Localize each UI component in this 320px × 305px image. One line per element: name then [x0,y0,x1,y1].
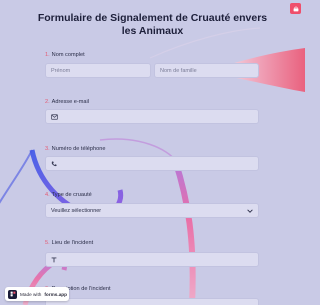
phone-input[interactable] [45,156,259,171]
forms-app-logo-icon [8,289,17,299]
text-icon [51,256,57,262]
location-input[interactable] [45,252,259,267]
last-name-input[interactable]: Nom de famille [154,63,259,78]
field-label-full-name: 1. Nom complet [45,52,85,58]
email-input[interactable] [45,109,259,124]
field-number: 2. [45,99,50,105]
field-label-text: Numéro de téléphone [51,146,106,152]
field-label-email: 2. Adresse e-mail [45,99,89,105]
badge-brand: forms.app [44,291,68,297]
form-title: Formulaire de Signalement de Cruauté env… [37,12,268,37]
field-number: 1. [45,52,50,58]
field-label-text: Lieu de l'incident [51,240,94,246]
select-value: Veuillez sélectionner [51,207,102,214]
field-label-location: 5. Lieu de l'incident [45,240,93,246]
first-name-input[interactable]: Prénom [45,63,151,78]
field-label-phone: 3. Numéro de téléphone [45,146,105,152]
mail-icon [51,113,58,120]
chevron-down-icon [247,208,253,213]
field-number: 5. [45,240,50,246]
last-name-placeholder: Nom de famille [160,67,197,74]
field-label-cruelty-type: 4. Type de cruauté [45,192,92,198]
badge-prefix: Made with [20,291,42,297]
phone-icon [51,161,57,166]
field-number: 4. [45,192,50,198]
field-label-text: Adresse e-mail [51,99,89,105]
first-name-placeholder: Prénom [51,67,71,74]
field-number: 3. [45,146,50,152]
menu-icon [293,6,298,11]
field-label-text: Type de cruauté [51,192,92,198]
description-textarea[interactable] [45,298,259,305]
cruelty-type-select[interactable]: Veuillez sélectionner [45,203,259,218]
made-with-badge[interactable]: Made with forms.app [5,287,69,301]
field-label-text: Nom complet [51,52,85,58]
top-action-button[interactable] [290,3,301,14]
